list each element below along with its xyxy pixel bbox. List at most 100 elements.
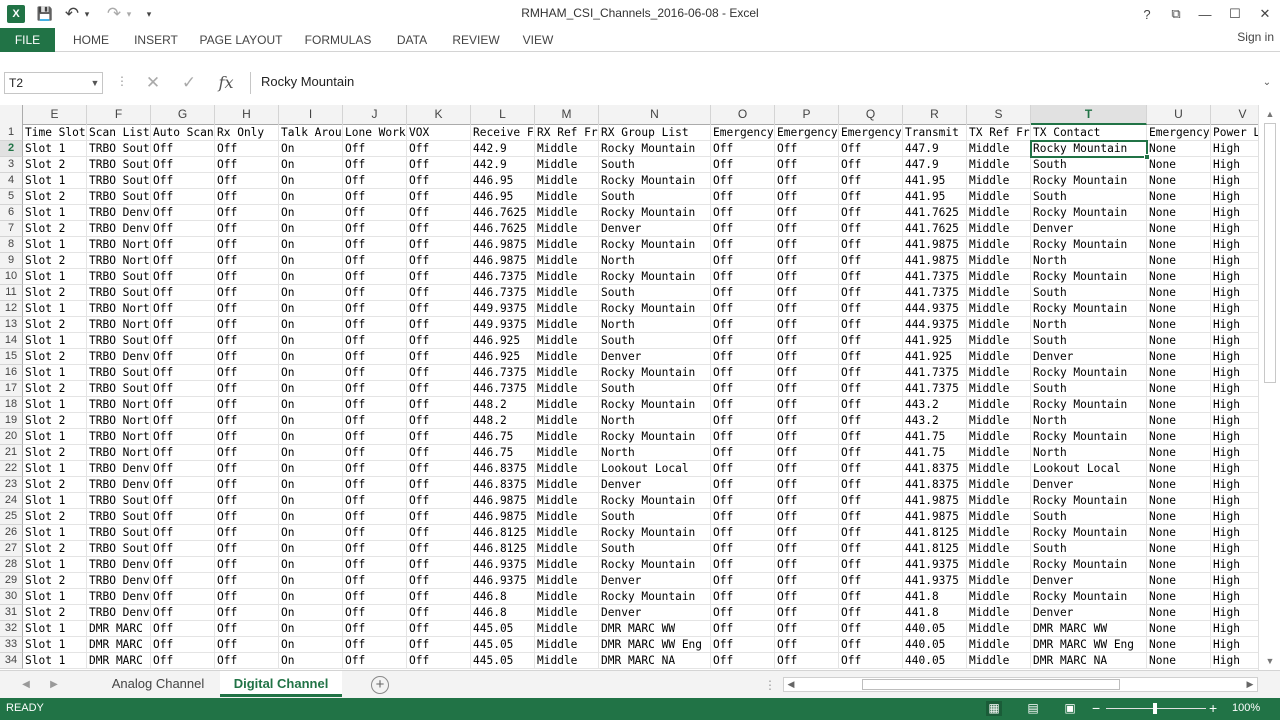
- row-header[interactable]: 31: [0, 605, 23, 621]
- cell-t25[interactable]: South: [1031, 509, 1147, 525]
- cell-g8[interactable]: Off: [151, 237, 215, 253]
- cell-n4[interactable]: Rocky Mountain: [599, 173, 711, 189]
- cell-j33[interactable]: Off: [343, 637, 407, 653]
- cell-h29[interactable]: Off: [215, 573, 279, 589]
- cell-h30[interactable]: Off: [215, 589, 279, 605]
- cell-m34[interactable]: Middle: [535, 653, 599, 669]
- cell-f7[interactable]: TRBO Denver: [87, 221, 151, 237]
- cell-e34[interactable]: Slot 1: [23, 653, 87, 669]
- cell-s32[interactable]: Middle: [967, 621, 1031, 637]
- column-header-u[interactable]: U: [1147, 105, 1211, 125]
- cell-u12[interactable]: None: [1147, 301, 1211, 317]
- cell-n16[interactable]: Rocky Mountain: [599, 365, 711, 381]
- cell-s4[interactable]: Middle: [967, 173, 1031, 189]
- row-header[interactable]: 30: [0, 589, 23, 605]
- cell-i3[interactable]: On: [279, 157, 343, 173]
- cell-q17[interactable]: Off: [839, 381, 903, 397]
- tab-splitter[interactable]: ⋮: [764, 678, 776, 692]
- cell-e16[interactable]: Slot 1: [23, 365, 87, 381]
- cell-s31[interactable]: Middle: [967, 605, 1031, 621]
- cell-r3[interactable]: 447.9: [903, 157, 967, 173]
- cell-k19[interactable]: Off: [407, 413, 471, 429]
- cell-l18[interactable]: 448.2: [471, 397, 535, 413]
- cell-m4[interactable]: Middle: [535, 173, 599, 189]
- cell-r25[interactable]: 441.9875: [903, 509, 967, 525]
- name-box-dropdown-icon[interactable]: ▼: [88, 72, 102, 94]
- cell-v6[interactable]: High: [1211, 205, 1258, 221]
- cell-n2[interactable]: Rocky Mountain: [599, 141, 711, 157]
- cell-e15[interactable]: Slot 2: [23, 349, 87, 365]
- cell-h12[interactable]: Off: [215, 301, 279, 317]
- cell-l13[interactable]: 449.9375: [471, 317, 535, 333]
- cell-m11[interactable]: Middle: [535, 285, 599, 301]
- cell-u28[interactable]: None: [1147, 557, 1211, 573]
- cell-v19[interactable]: High: [1211, 413, 1258, 429]
- cell-q23[interactable]: Off: [839, 477, 903, 493]
- cell-m25[interactable]: Middle: [535, 509, 599, 525]
- cell-q11[interactable]: Off: [839, 285, 903, 301]
- cell-t19[interactable]: North: [1031, 413, 1147, 429]
- cell-e2[interactable]: Slot 1: [23, 141, 87, 157]
- cell-i2[interactable]: On: [279, 141, 343, 157]
- cell-m29[interactable]: Middle: [535, 573, 599, 589]
- zoom-slider-thumb[interactable]: [1153, 703, 1157, 714]
- cell-o23[interactable]: Off: [711, 477, 775, 493]
- cell-p17[interactable]: Off: [775, 381, 839, 397]
- cell-v14[interactable]: High: [1211, 333, 1258, 349]
- cell-g14[interactable]: Off: [151, 333, 215, 349]
- cell-k11[interactable]: Off: [407, 285, 471, 301]
- cell-n22[interactable]: Lookout Local: [599, 461, 711, 477]
- cell-p16[interactable]: Off: [775, 365, 839, 381]
- cell-o31[interactable]: Off: [711, 605, 775, 621]
- cell-q10[interactable]: Off: [839, 269, 903, 285]
- cell-e33[interactable]: Slot 1: [23, 637, 87, 653]
- cell-s14[interactable]: Middle: [967, 333, 1031, 349]
- cell-f30[interactable]: TRBO Denver: [87, 589, 151, 605]
- cell-s9[interactable]: Middle: [967, 253, 1031, 269]
- cell-t32[interactable]: DMR MARC WW: [1031, 621, 1147, 637]
- tab-home[interactable]: HOME: [62, 28, 120, 52]
- cell-f22[interactable]: TRBO Denver: [87, 461, 151, 477]
- cell-l28[interactable]: 446.9375: [471, 557, 535, 573]
- cell-l14[interactable]: 446.925: [471, 333, 535, 349]
- cell-f19[interactable]: TRBO North: [87, 413, 151, 429]
- cell-e5[interactable]: Slot 2: [23, 189, 87, 205]
- tab-review[interactable]: REVIEW: [446, 28, 506, 52]
- cell-q18[interactable]: Off: [839, 397, 903, 413]
- cell-g5[interactable]: Off: [151, 189, 215, 205]
- cell-t8[interactable]: Rocky Mountain: [1031, 237, 1147, 253]
- cell-v28[interactable]: High: [1211, 557, 1258, 573]
- column-header-f[interactable]: F: [87, 105, 151, 125]
- cell-h22[interactable]: Off: [215, 461, 279, 477]
- cell-k5[interactable]: Off: [407, 189, 471, 205]
- cell-s22[interactable]: Middle: [967, 461, 1031, 477]
- cell-t2[interactable]: Rocky Mountain: [1031, 141, 1147, 157]
- cell-o13[interactable]: Off: [711, 317, 775, 333]
- cell-m33[interactable]: Middle: [535, 637, 599, 653]
- cell-e23[interactable]: Slot 2: [23, 477, 87, 493]
- cell-r2[interactable]: 447.9: [903, 141, 967, 157]
- row-header[interactable]: 5: [0, 189, 23, 205]
- cell-j30[interactable]: Off: [343, 589, 407, 605]
- cell-i18[interactable]: On: [279, 397, 343, 413]
- cell-m6[interactable]: Middle: [535, 205, 599, 221]
- cell-j27[interactable]: Off: [343, 541, 407, 557]
- cell-s2[interactable]: Middle: [967, 141, 1031, 157]
- cell-f17[interactable]: TRBO South: [87, 381, 151, 397]
- cell-t21[interactable]: North: [1031, 445, 1147, 461]
- cell-t11[interactable]: South: [1031, 285, 1147, 301]
- cell-r10[interactable]: 441.7375: [903, 269, 967, 285]
- cell-m2[interactable]: Middle: [535, 141, 599, 157]
- cell-g15[interactable]: Off: [151, 349, 215, 365]
- cell-k7[interactable]: Off: [407, 221, 471, 237]
- cell-l22[interactable]: 446.8375: [471, 461, 535, 477]
- cell-n15[interactable]: Denver: [599, 349, 711, 365]
- cell-p3[interactable]: Off: [775, 157, 839, 173]
- cell-j7[interactable]: Off: [343, 221, 407, 237]
- ribbon-display-button[interactable]: ⧉: [1161, 0, 1191, 28]
- row-header[interactable]: 1: [0, 125, 23, 141]
- cell-e22[interactable]: Slot 1: [23, 461, 87, 477]
- row-header[interactable]: 12: [0, 301, 23, 317]
- cell-g25[interactable]: Off: [151, 509, 215, 525]
- cell-r18[interactable]: 443.2: [903, 397, 967, 413]
